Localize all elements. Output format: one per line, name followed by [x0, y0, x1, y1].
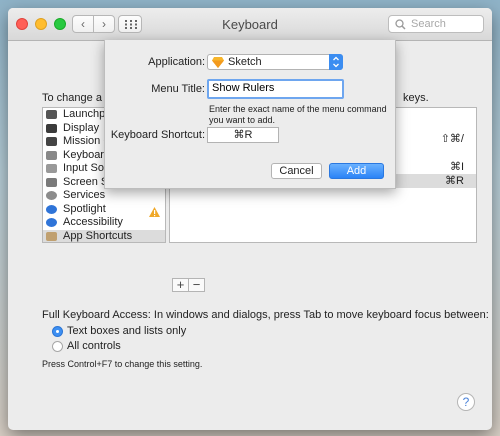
popup-arrows	[329, 54, 343, 70]
add-button[interactable]: Add	[329, 163, 384, 179]
spotlight-icon	[46, 204, 57, 214]
keyboard-shortcut-label: Keyboard Shortcut:	[110, 129, 205, 141]
screenshot-icon	[46, 177, 57, 187]
intro-text-end: keys.	[403, 92, 429, 104]
category-item-spotlight[interactable]: Spotlight	[43, 203, 165, 217]
shortcut-key: ⌘R	[445, 175, 464, 187]
shortcut-key: ⇧⌘/	[440, 133, 464, 145]
gear-icon	[46, 191, 57, 200]
category-item-app-shortcuts[interactable]: App Shortcuts	[43, 229, 165, 242]
menu-title-field	[207, 79, 344, 99]
help-button[interactable]: ?	[457, 393, 475, 411]
application-label: Application:	[148, 56, 205, 68]
warning-icon	[149, 207, 160, 217]
launchpad-icon	[46, 110, 57, 119]
input-sources-icon	[46, 164, 57, 173]
search-field[interactable]: Search	[388, 15, 484, 33]
display-icon	[46, 123, 57, 133]
menu-title-hint: Enter the exact name of the menu command…	[209, 104, 387, 125]
cancel-button[interactable]: Cancel	[271, 163, 322, 179]
keyboard-preferences-window: ‹ › Keyboard Search To change a sh keys.…	[8, 8, 492, 430]
full-keyboard-access-label: Full Keyboard Access: In windows and dia…	[42, 309, 489, 321]
keyboard-icon	[46, 150, 57, 160]
menu-title-label: Menu Title:	[151, 83, 205, 95]
control-f7-note: Press Control+F7 to change this setting.	[42, 359, 203, 369]
title-bar: ‹ › Keyboard Search	[8, 8, 492, 41]
add-shortcut-sheet: Application: Sketch Menu Title: Enter th…	[104, 40, 396, 189]
add-shortcut-button[interactable]: +	[172, 278, 189, 292]
add-remove-control: + −	[172, 278, 208, 292]
search-icon	[395, 19, 406, 30]
sketch-app-icon	[212, 57, 224, 68]
app-shortcuts-icon	[46, 231, 57, 241]
chevron-up-down-icon	[333, 56, 339, 68]
menu-title-input[interactable]	[209, 81, 341, 95]
remove-shortcut-button[interactable]: −	[188, 278, 205, 292]
mission-control-icon	[46, 137, 57, 146]
radio-selected-indicator[interactable]	[52, 326, 63, 337]
shortcut-key: ⌘I	[449, 161, 464, 173]
keyboard-shortcut-field[interactable]: ⌘R	[207, 127, 279, 143]
application-value: Sketch	[228, 56, 262, 68]
search-placeholder: Search	[411, 18, 446, 30]
category-item-services[interactable]: Services	[43, 189, 165, 203]
category-item-accessibility[interactable]: Accessibility	[43, 216, 165, 230]
application-popup[interactable]: Sketch	[207, 54, 343, 70]
accessibility-icon	[46, 218, 57, 227]
radio-unselected-indicator[interactable]	[52, 341, 63, 352]
